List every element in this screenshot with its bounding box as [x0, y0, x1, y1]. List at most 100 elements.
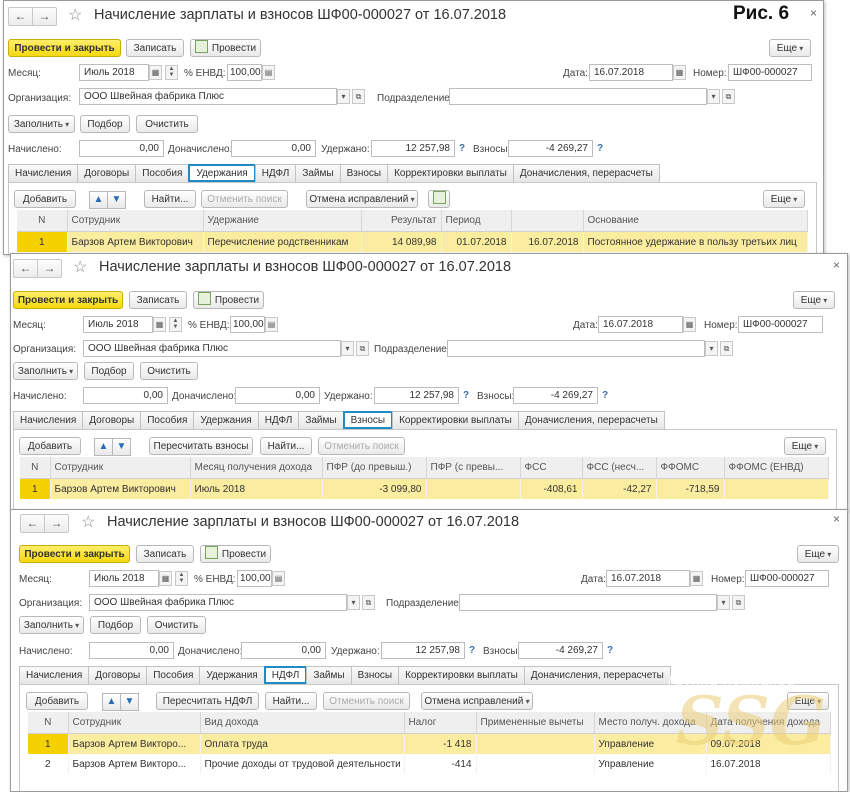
- select-button[interactable]: Подбор: [84, 362, 134, 380]
- tab-payment-corrections[interactable]: Корректировки выплаты: [392, 411, 519, 429]
- cancel-fixes-button[interactable]: Отмена исправлений: [421, 692, 533, 710]
- post-button[interactable]: Провести: [200, 545, 271, 563]
- table-row[interactable]: 1 Барзов Артем Викторович Июль 2018 -3 0…: [20, 478, 829, 499]
- tab-recalculations[interactable]: Доначисления, перерасчеты: [512, 164, 660, 182]
- forward-arrow-icon[interactable]: →: [32, 8, 56, 25]
- clear-button[interactable]: Очистить: [140, 362, 198, 380]
- select-button[interactable]: Подбор: [80, 115, 130, 133]
- col-header[interactable]: Результат: [361, 210, 442, 232]
- tab-accruals[interactable]: Начисления: [13, 411, 84, 429]
- col-header[interactable]: Дата получения дохода: [706, 712, 831, 734]
- col-header[interactable]: Месяц получения дохода: [190, 457, 323, 479]
- month-stepper[interactable]: ▲ ▼: [165, 65, 178, 80]
- back-arrow-icon[interactable]: ←: [14, 260, 37, 277]
- month-stepper[interactable]: ▲ ▼: [169, 317, 182, 332]
- col-header[interactable]: Период: [441, 210, 512, 232]
- col-header[interactable]: Сотрудник: [50, 457, 191, 479]
- fill-button[interactable]: Заполнить: [8, 115, 75, 133]
- arrow-down-icon[interactable]: ▼: [112, 438, 131, 456]
- recalc-ndfl-button[interactable]: Пересчитать НДФЛ: [156, 692, 259, 710]
- cancel-fixes-button[interactable]: Отмена исправлений: [306, 190, 418, 208]
- calculator-icon[interactable]: ▤: [265, 317, 278, 332]
- close-icon[interactable]: ×: [833, 512, 840, 526]
- date-field[interactable]: 16.07.2018: [606, 570, 690, 587]
- post-and-close-button[interactable]: Провести и закрыть: [19, 545, 130, 563]
- close-icon[interactable]: ×: [810, 6, 817, 20]
- tab-ndfl[interactable]: НДФЛ: [257, 411, 300, 429]
- chevron-down-icon[interactable]: ▾: [705, 341, 718, 356]
- help-icon[interactable]: ?: [602, 390, 608, 401]
- tab-contracts[interactable]: Договоры: [77, 164, 137, 182]
- help-icon[interactable]: ?: [607, 645, 613, 656]
- col-header[interactable]: Сотрудник: [67, 210, 204, 232]
- date-field[interactable]: 16.07.2018: [589, 64, 673, 81]
- post-button[interactable]: Провести: [190, 39, 261, 57]
- dept-field[interactable]: [447, 340, 705, 357]
- open-icon[interactable]: ⧉: [362, 595, 375, 610]
- tab-recalculations[interactable]: Доначисления, перерасчеты: [523, 666, 671, 684]
- tab-payment-corrections[interactable]: Корректировки выплаты: [387, 164, 514, 182]
- org-field[interactable]: ООО Швейная фабрика Плюс: [89, 594, 347, 611]
- cancel-search-button[interactable]: Отменить поиск: [323, 692, 410, 710]
- col-header[interactable]: Место получ. дохода: [594, 712, 707, 734]
- select-button[interactable]: Подбор: [90, 616, 141, 634]
- save-button[interactable]: Записать: [136, 545, 194, 563]
- more-button[interactable]: Еще: [793, 291, 835, 309]
- calendar-icon[interactable]: ▦: [159, 571, 172, 586]
- save-button[interactable]: Записать: [129, 291, 187, 309]
- star-icon[interactable]: ☆: [81, 515, 95, 531]
- open-icon[interactable]: ⧉: [356, 341, 369, 356]
- tab-contributions[interactable]: Взносы: [342, 411, 394, 429]
- excel-icon[interactable]: [428, 190, 450, 208]
- add-button[interactable]: Добавить: [14, 190, 76, 208]
- help-icon[interactable]: ?: [597, 143, 603, 154]
- calculator-icon[interactable]: ▤: [272, 571, 285, 586]
- tab-ndfl[interactable]: НДФЛ: [254, 164, 297, 182]
- tab-loans[interactable]: Займы: [298, 411, 344, 429]
- open-icon[interactable]: ⧉: [732, 595, 745, 610]
- tab-loans[interactable]: Займы: [295, 164, 341, 182]
- add-button[interactable]: Добавить: [26, 692, 88, 710]
- forward-arrow-icon[interactable]: →: [44, 515, 68, 532]
- tab-recalculations[interactable]: Доначисления, перерасчеты: [517, 411, 665, 429]
- arrow-up-icon[interactable]: ▲: [94, 438, 113, 456]
- calendar-icon[interactable]: ▦: [153, 317, 166, 332]
- col-header[interactable]: ПФР (до превыш.): [322, 457, 427, 479]
- back-arrow-icon[interactable]: ←: [9, 8, 32, 25]
- chevron-down-icon[interactable]: ▾: [717, 595, 730, 610]
- cancel-search-button[interactable]: Отменить поиск: [318, 437, 405, 455]
- tab-withholdings[interactable]: Удержания: [199, 666, 265, 684]
- tab-accruals[interactable]: Начисления: [8, 164, 79, 182]
- chevron-down-icon[interactable]: ▾: [347, 595, 360, 610]
- more-button[interactable]: Еще: [797, 545, 839, 563]
- col-header[interactable]: Основание: [583, 210, 808, 232]
- dept-field[interactable]: [449, 88, 707, 105]
- org-field[interactable]: ООО Швейная фабрика Плюс: [83, 340, 341, 357]
- arrow-down-icon[interactable]: ▼: [120, 693, 139, 711]
- col-header[interactable]: ФСС: [520, 457, 583, 479]
- col-header[interactable]: Удержание: [203, 210, 362, 232]
- clear-button[interactable]: Очистить: [147, 616, 206, 634]
- find-button[interactable]: Найти...: [265, 692, 317, 710]
- calendar-icon[interactable]: ▦: [690, 571, 703, 586]
- close-icon[interactable]: ×: [833, 258, 840, 272]
- col-header[interactable]: ФСС (несч...: [582, 457, 657, 479]
- col-header[interactable]: ФФОМС: [656, 457, 725, 479]
- star-icon[interactable]: ☆: [68, 8, 82, 24]
- number-field[interactable]: ШФ00-000027: [728, 64, 812, 81]
- tab-contracts[interactable]: Договоры: [88, 666, 148, 684]
- help-icon[interactable]: ?: [463, 390, 469, 401]
- find-button[interactable]: Найти...: [260, 437, 312, 455]
- back-arrow-icon[interactable]: ←: [21, 515, 44, 532]
- tab-withholdings[interactable]: Удержания: [193, 411, 259, 429]
- col-header[interactable]: Налог: [404, 712, 477, 734]
- tab-withholdings[interactable]: Удержания: [188, 164, 256, 182]
- clear-button[interactable]: Очистить: [136, 115, 198, 133]
- col-header[interactable]: Сотрудник: [68, 712, 201, 734]
- open-icon[interactable]: ⧉: [352, 89, 365, 104]
- tab-accruals[interactable]: Начисления: [19, 666, 90, 684]
- forward-arrow-icon[interactable]: →: [37, 260, 61, 277]
- col-header[interactable]: N: [28, 712, 69, 734]
- tab-loans[interactable]: Займы: [306, 666, 352, 684]
- tab-contracts[interactable]: Договоры: [82, 411, 142, 429]
